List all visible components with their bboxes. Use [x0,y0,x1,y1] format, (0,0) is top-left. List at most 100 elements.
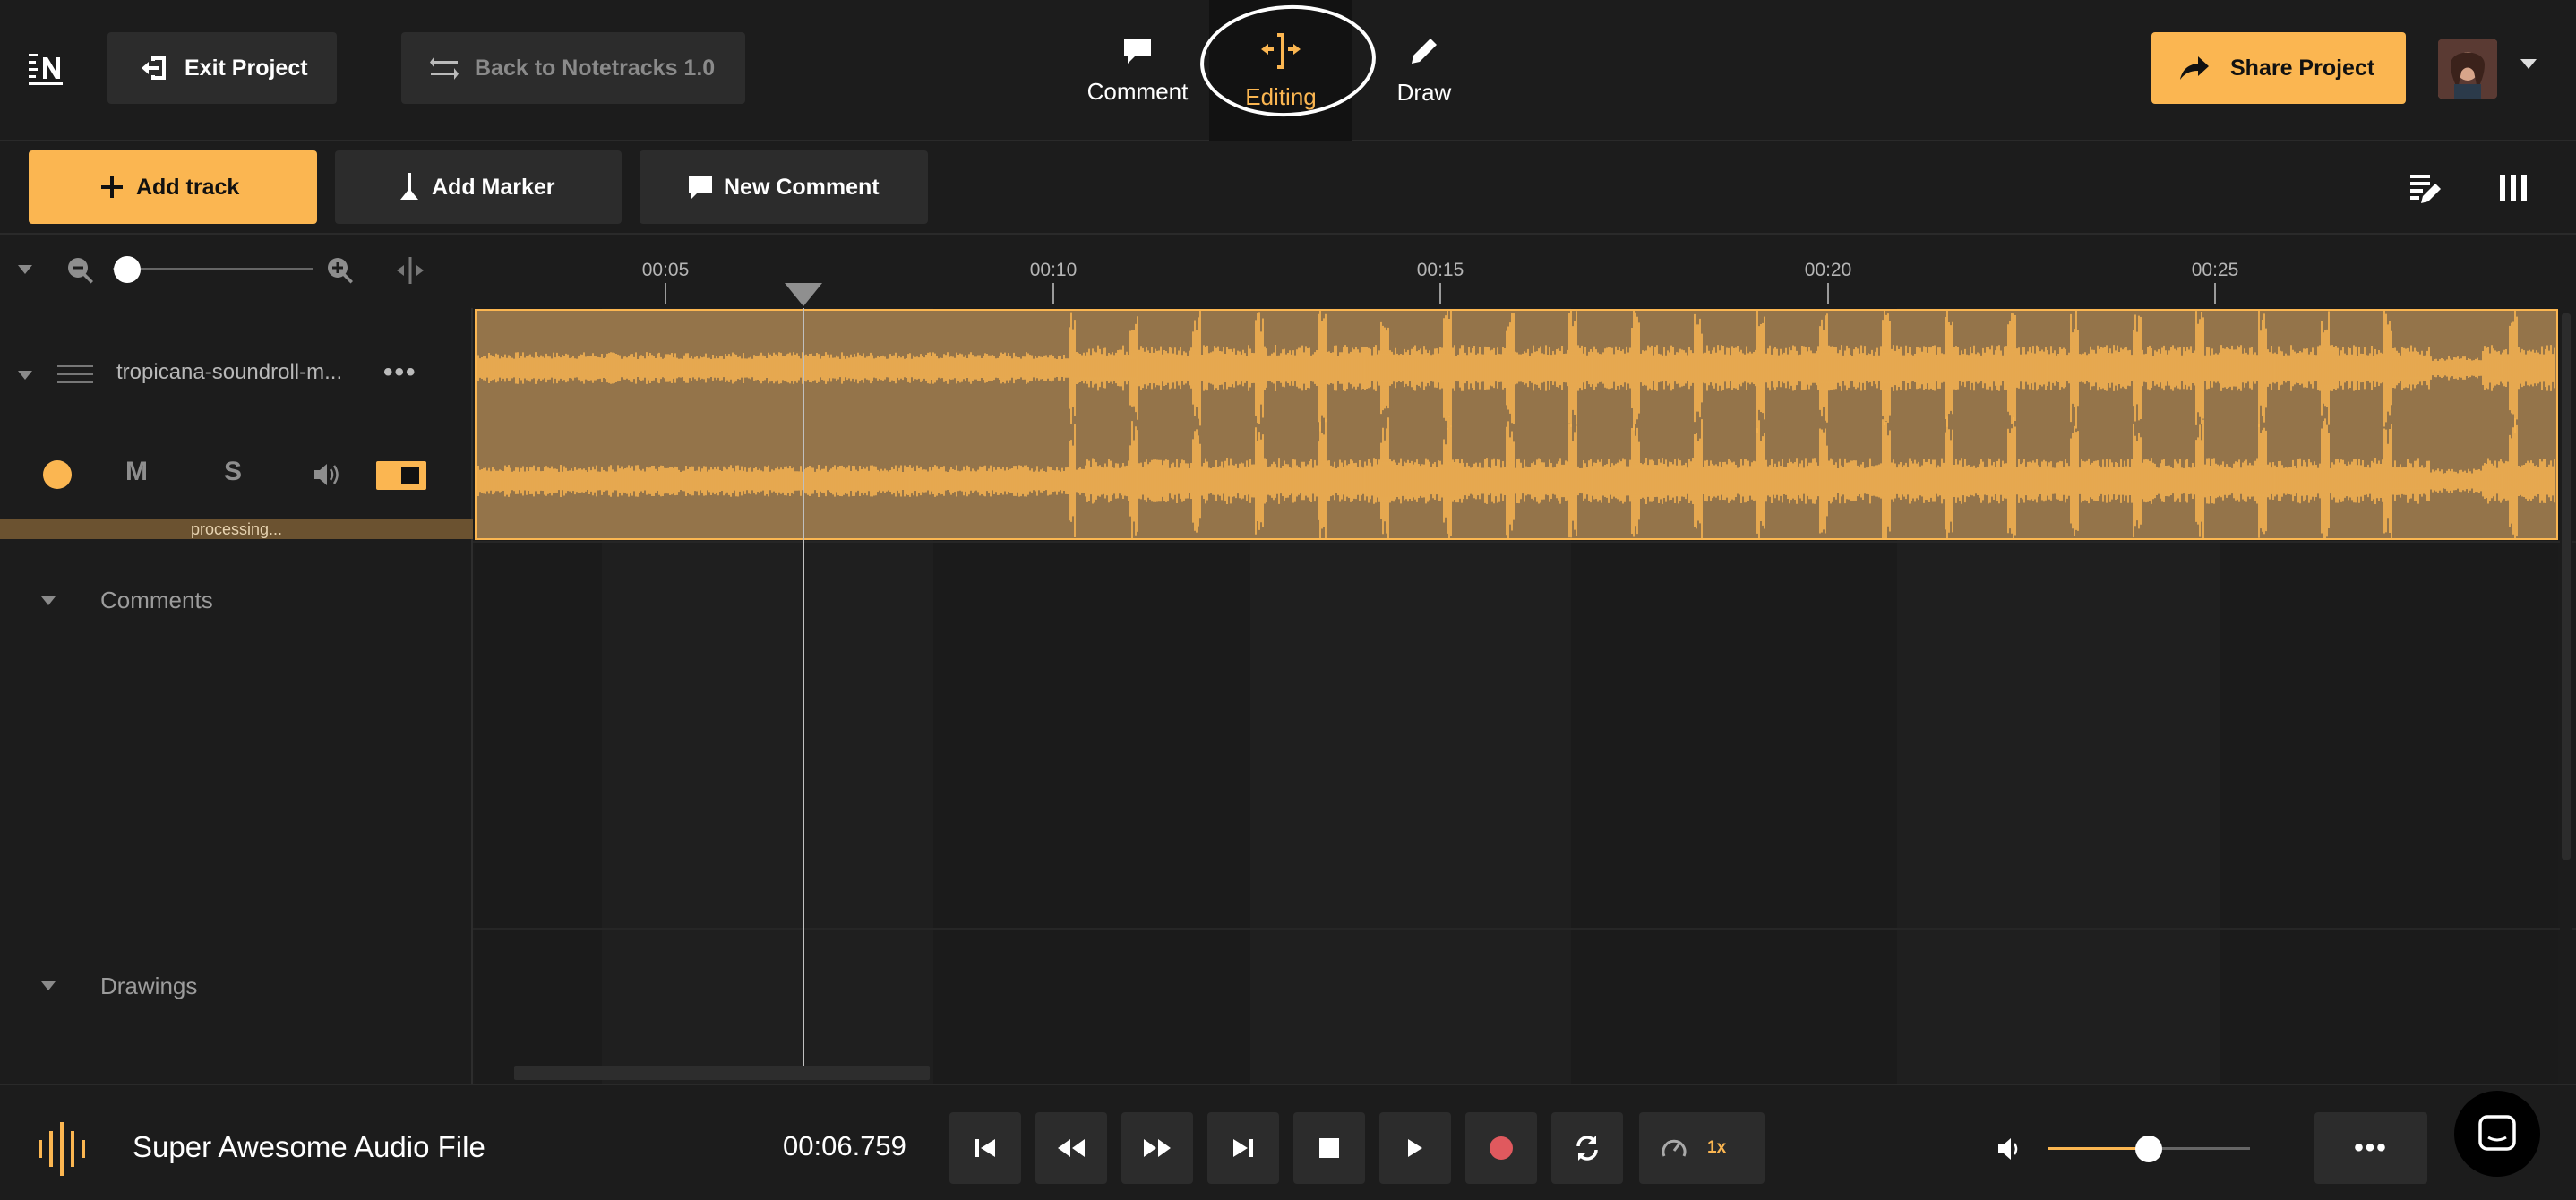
collapse-all-caret-icon[interactable] [18,265,32,274]
comments-section-label: Comments [100,587,213,613]
comment-bubble-icon [1124,38,1151,64]
skip-to-end-button[interactable] [1207,1112,1279,1184]
rewind-button[interactable] [1035,1112,1107,1184]
exit-icon [138,52,170,84]
audio-file-icon [34,1118,90,1180]
avatar-photo [2438,39,2497,99]
playhead-line[interactable] [803,308,804,1078]
ruler-tick [665,283,666,304]
ruler-tick-label: 00:15 [1416,260,1464,280]
audio-track-lane[interactable] [475,303,2558,545]
volume-slider-fill [2048,1147,2148,1150]
zoom-slider-track[interactable] [113,268,313,270]
exit-project-label: Exit Project [185,55,308,81]
solo-button[interactable]: S [224,457,242,487]
back-to-notetracks-label: Back to Notetracks 1.0 [475,55,716,81]
add-track-button[interactable]: Add track [29,150,317,224]
user-avatar[interactable] [2438,39,2497,99]
rewind-icon [1058,1139,1085,1157]
share-arrow-icon [2178,52,2211,84]
skip-back-icon [975,1139,995,1157]
zoom-out-icon[interactable] [66,256,95,285]
play-icon [1408,1139,1422,1157]
mode-tab-draw[interactable]: Draw [1361,0,1487,141]
mute-button[interactable]: M [125,457,148,487]
sliders-icon [428,52,460,84]
ruler-tick-label: 00:05 [641,260,690,280]
stop-icon [1319,1138,1339,1158]
pencil-icon [1412,38,1437,64]
add-track-label: Add track [136,174,240,200]
ruler-tick-label: 00:10 [1029,260,1078,280]
playback-speed-button[interactable]: 1x [1639,1112,1765,1184]
fast-forward-button[interactable] [1121,1112,1193,1184]
editing-bracket-icon [1261,32,1301,69]
share-project-label: Share Project [2230,55,2375,81]
vertical-scrollbar-thumb[interactable] [2562,313,2571,860]
more-options-button[interactable]: ••• [2314,1112,2427,1184]
fit-to-screen-icon[interactable] [394,254,426,287]
record-button[interactable] [1465,1112,1537,1184]
waveform-channel [476,416,2555,545]
mode-tab-editing-label: Editing [1245,82,1317,110]
back-to-notetracks-button[interactable]: Back to Notetracks 1.0 [401,32,745,104]
master-volume-icon[interactable] [1996,1136,2024,1162]
more-options-label: ••• [2354,1133,2388,1162]
track-sidebar [0,308,473,1084]
mode-tab-editing[interactable]: Editing [1209,0,1352,141]
skip-to-start-button[interactable] [949,1112,1021,1184]
audio-waveform [476,303,2555,545]
ruler-tick [1827,283,1829,304]
play-button[interactable] [1379,1112,1451,1184]
new-comment-button[interactable]: New Comment [640,150,928,224]
loop-button[interactable] [1551,1112,1623,1184]
audio-file-name: Super Awesome Audio File [133,1130,485,1163]
track-toggle-switch[interactable] [376,461,426,490]
playhead-marker[interactable] [785,283,822,306]
loop-icon [1576,1136,1598,1161]
exit-project-button[interactable]: Exit Project [107,32,337,104]
record-arm-button[interactable] [43,460,72,489]
processing-status: processing... [0,519,473,539]
track-options-button[interactable]: ••• [383,359,417,386]
fast-forward-icon [1144,1139,1171,1157]
zoom-slider-knob[interactable] [114,256,141,283]
waveform-channel [476,303,2555,433]
mode-tab-comment[interactable]: Comment [1075,0,1200,141]
horizontal-scrollbar[interactable] [514,1066,930,1080]
chat-support-button[interactable] [2454,1091,2540,1177]
zoom-in-icon[interactable] [326,256,355,285]
edit-notes-icon[interactable] [2408,170,2445,206]
comments-collapse-caret-icon[interactable] [41,596,56,605]
ruler-tick [1439,283,1441,304]
record-icon [1490,1136,1513,1160]
ruler-tick-label: 00:20 [1804,260,1852,280]
playback-speed-label: 1x [1707,1138,1727,1157]
mode-tab-comment-label: Comment [1086,77,1189,105]
toggle-knob [401,467,419,484]
marker-icon [398,171,421,203]
comment-bubble-icon [686,171,715,203]
user-menu-caret-icon[interactable] [2520,59,2537,69]
track-collapse-caret-icon[interactable] [18,371,32,380]
volume-slider-knob[interactable] [2135,1136,2162,1162]
ruler-tick [1052,283,1054,304]
columns-view-icon[interactable] [2495,170,2531,206]
track-name[interactable]: tropicana-soundroll-m... [116,360,342,385]
plus-icon [100,171,124,203]
add-marker-button[interactable]: Add Marker [335,150,622,224]
mode-tab-draw-label: Draw [1396,78,1452,106]
stop-button[interactable] [1293,1112,1365,1184]
current-time: 00:06.759 [783,1130,906,1161]
speedometer-icon [1662,1139,1687,1157]
notetracks-logo-icon[interactable] [27,48,66,88]
share-project-button[interactable]: Share Project [2151,32,2406,104]
new-comment-label: New Comment [724,174,880,200]
drawings-collapse-caret-icon[interactable] [41,981,56,990]
track-volume-icon[interactable] [312,460,342,489]
drag-handle-icon[interactable] [57,362,93,387]
ruler-tick [2214,283,2216,304]
chat-icon [2478,1115,2516,1151]
add-marker-label: Add Marker [432,174,555,200]
drawings-section-label: Drawings [100,973,198,999]
